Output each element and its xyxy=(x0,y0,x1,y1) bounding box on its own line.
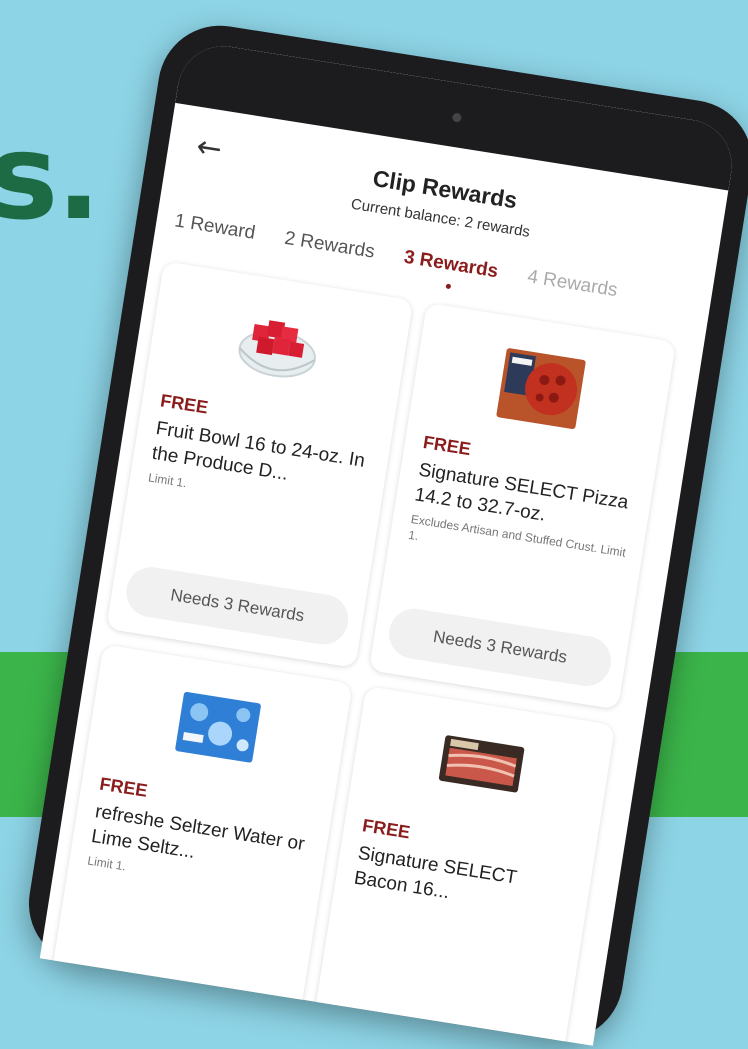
offer-badge: FREE xyxy=(361,815,412,843)
offer-card[interactable]: FREE Signature SELECT Bacon 16... xyxy=(310,685,616,1046)
tab-4-rewards[interactable]: 4 Rewards xyxy=(526,266,619,302)
offer-card[interactable]: FREE Fruit Bowl 16 to 24-oz. In the Prod… xyxy=(106,261,414,668)
offer-card[interactable]: FREE refreshe Seltzer Water or Lime Selt… xyxy=(47,644,353,1040)
phone-frame: ← Clip Rewards Current balance: 2 reward… xyxy=(20,16,748,1049)
active-tab-dot xyxy=(445,283,451,290)
tab-label: 3 Rewards xyxy=(402,246,500,283)
tab-2-rewards[interactable]: 2 Rewards xyxy=(283,228,376,264)
tab-1-reward[interactable]: 1 Reward xyxy=(173,210,257,244)
offer-grid: FREE Fruit Bowl 16 to 24-oz. In the Prod… xyxy=(47,261,687,1046)
seltzer-pack-icon xyxy=(175,691,261,763)
needs-rewards-button[interactable]: Needs 3 Rewards xyxy=(122,563,352,648)
offer-badge: FREE xyxy=(421,431,473,460)
needs-rewards-button[interactable]: Needs 3 Rewards xyxy=(385,605,615,690)
offer-badge: FREE xyxy=(98,773,149,801)
camera-icon xyxy=(451,112,463,123)
bacon-pack-icon xyxy=(438,735,525,793)
pizza-box-icon xyxy=(496,348,586,429)
watermelon-bowl-icon xyxy=(238,320,316,378)
offer-name: Signature SELECT Bacon 16... xyxy=(352,842,518,904)
offer-badge: FREE xyxy=(158,390,210,418)
tab-3-rewards[interactable]: 3 Rewards xyxy=(402,246,500,290)
background-headline: s. xyxy=(0,108,101,246)
offer-card[interactable]: FREE Signature SELECT Pizza 14.2 to 32.7… xyxy=(368,302,676,710)
